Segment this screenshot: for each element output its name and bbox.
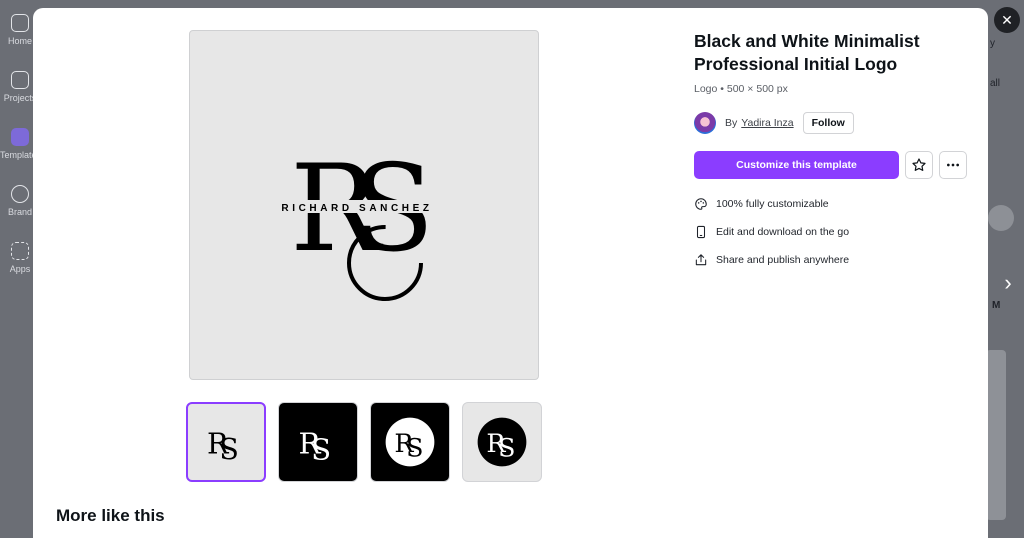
feature-item: Share and publish anywhere: [694, 246, 984, 274]
more-like-this-heading: More like this: [56, 506, 165, 525]
favorite-button[interactable]: [905, 151, 933, 179]
apps-icon: [11, 242, 29, 260]
svg-text:S: S: [311, 433, 331, 467]
phone-icon: [696, 225, 706, 239]
template-modal: RS RICHARD SANCHEZ R S R S R S R S More …: [33, 8, 988, 538]
feature-item: 100% fully customizable: [694, 190, 984, 218]
action-row: Customize this template: [694, 151, 984, 179]
template-meta: Logo • 500 × 500 px: [694, 83, 788, 95]
thumbnail-1[interactable]: R S: [186, 402, 266, 482]
background-card: [986, 350, 1006, 520]
follow-button[interactable]: Follow: [802, 112, 854, 134]
feature-text: 100% fully customizable: [716, 198, 829, 210]
more-icon: [947, 163, 959, 167]
feature-text: Share and publish anywhere: [716, 254, 850, 266]
close-icon: ✕: [1001, 12, 1013, 28]
thumbnail-image: R S: [299, 427, 332, 467]
svg-text:S: S: [498, 433, 515, 463]
author-row: By Yadira Inza Follow: [694, 111, 984, 135]
template-title: Black and White Minimalist Professional …: [694, 31, 920, 74]
brand-icon: [11, 185, 29, 203]
thumbnail-4[interactable]: R S: [462, 402, 542, 482]
svg-text:S: S: [406, 433, 423, 463]
folder-icon: [11, 71, 29, 89]
thumbnail-image: R S: [477, 417, 527, 467]
feature-text: Edit and download on the go: [716, 226, 850, 238]
feature-list: 100% fully customizable Edit and downloa…: [694, 190, 984, 274]
template-preview: RS RICHARD SANCHEZ: [189, 30, 539, 380]
thumbnail-strip: R S R S R S R S: [186, 402, 542, 482]
thumbnail-3[interactable]: R S: [370, 402, 450, 482]
home-icon: [11, 14, 29, 32]
thumbnail-2[interactable]: R S: [278, 402, 358, 482]
author-prefix: By: [725, 117, 738, 129]
thumbnail-image: R S: [385, 417, 435, 467]
logo-name: RICHARD SANCHEZ: [281, 203, 432, 214]
star-icon: [912, 158, 926, 171]
feature-item: Edit and download on the go: [694, 218, 984, 246]
more-options-button[interactable]: [939, 151, 967, 179]
palette-icon: [695, 198, 707, 210]
template-details: Black and White Minimalist Professional …: [694, 30, 984, 274]
background-scroll-button: [988, 205, 1014, 231]
close-button[interactable]: ✕: [994, 7, 1020, 33]
author-link[interactable]: Yadira Inza: [741, 117, 793, 129]
svg-text:S: S: [219, 433, 239, 466]
logo-preview: RS RICHARD SANCHEZ: [262, 140, 454, 301]
templates-icon: [11, 128, 29, 146]
share-icon: [695, 254, 707, 266]
customize-template-button[interactable]: Customize this template: [694, 151, 899, 179]
chevron-right-icon: ›: [1004, 270, 1012, 295]
avatar[interactable]: [694, 112, 716, 134]
background-text: all: [990, 78, 1001, 89]
background-text: y: [990, 38, 995, 49]
next-template-button[interactable]: ›: [996, 270, 1020, 296]
thumbnail-image: R S: [207, 427, 239, 466]
background-text: M: [992, 300, 1001, 311]
